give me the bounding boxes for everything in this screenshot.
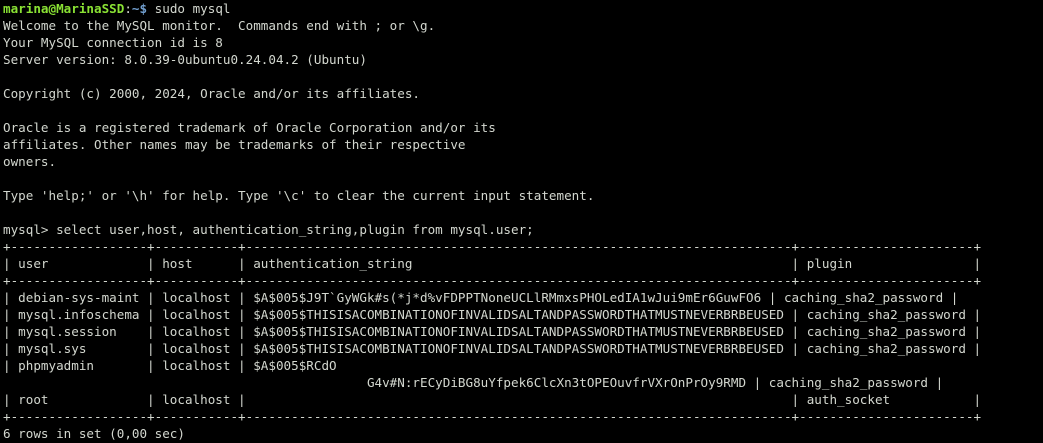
table-row-continuation: G4v#N:rECyDiBG8uYfpek6ClcXn3tOPEOuvfrVXr… bbox=[3, 375, 944, 390]
banner-line bbox=[3, 170, 1043, 187]
prompt-path: ~$ bbox=[131, 1, 148, 16]
rows-summary: 6 rows in set (0,00 sec) bbox=[3, 426, 185, 441]
table-border: +------------------+-----------+--------… bbox=[3, 409, 982, 424]
banner-line bbox=[3, 102, 1043, 119]
table-row: | mysql.infoschema | localhost | $A$005$… bbox=[3, 307, 982, 322]
banner-line: Welcome to the MySQL monitor. Commands e… bbox=[3, 18, 436, 33]
prompt-user-host: marina@MarinaSSD bbox=[3, 1, 125, 16]
table-header-row: | user | host | authentication_string | … bbox=[3, 256, 982, 271]
table-border: +------------------+-----------+--------… bbox=[3, 273, 982, 288]
banner-line bbox=[3, 68, 1043, 85]
banner-line: Copyright (c) 2000, 2024, Oracle and/or … bbox=[3, 86, 421, 101]
banner-line: Type 'help;' or '\h' for help. Type '\c'… bbox=[3, 188, 595, 203]
table-row: | mysql.session | localhost | $A$005$THI… bbox=[3, 324, 982, 339]
table-row: | mysql.sys | localhost | $A$005$THISISA… bbox=[3, 341, 982, 356]
banner-line: affiliates. Other names may be trademark… bbox=[3, 137, 466, 152]
banner-line: Your MySQL connection id is 8 bbox=[3, 35, 223, 50]
table-row: | root | localhost | | auth_socket | bbox=[3, 392, 982, 407]
shell-prompt-line: marina@MarinaSSD:~$ sudo mysql bbox=[3, 0, 1043, 17]
terminal-window[interactable]: marina@MarinaSSD:~$ sudo mysql Welcome t… bbox=[0, 0, 1043, 443]
shell-command: sudo mysql bbox=[147, 1, 231, 16]
banner-line bbox=[3, 204, 1043, 221]
banner-line: Server version: 8.0.39-0ubuntu0.24.04.2 … bbox=[3, 52, 367, 67]
mysql-query-line: mysql> select user,host, authentication_… bbox=[3, 222, 534, 237]
table-row: | debian-sys-maint | localhost | $A$005$… bbox=[3, 290, 959, 305]
banner-line: Oracle is a registered trademark of Orac… bbox=[3, 120, 496, 135]
table-border: +------------------+-----------+--------… bbox=[3, 239, 982, 254]
table-row: | phpmyadmin | localhost | $A$005$RCdO bbox=[3, 358, 337, 373]
prompt-separator: : bbox=[124, 1, 132, 16]
banner-line: owners. bbox=[3, 154, 57, 169]
